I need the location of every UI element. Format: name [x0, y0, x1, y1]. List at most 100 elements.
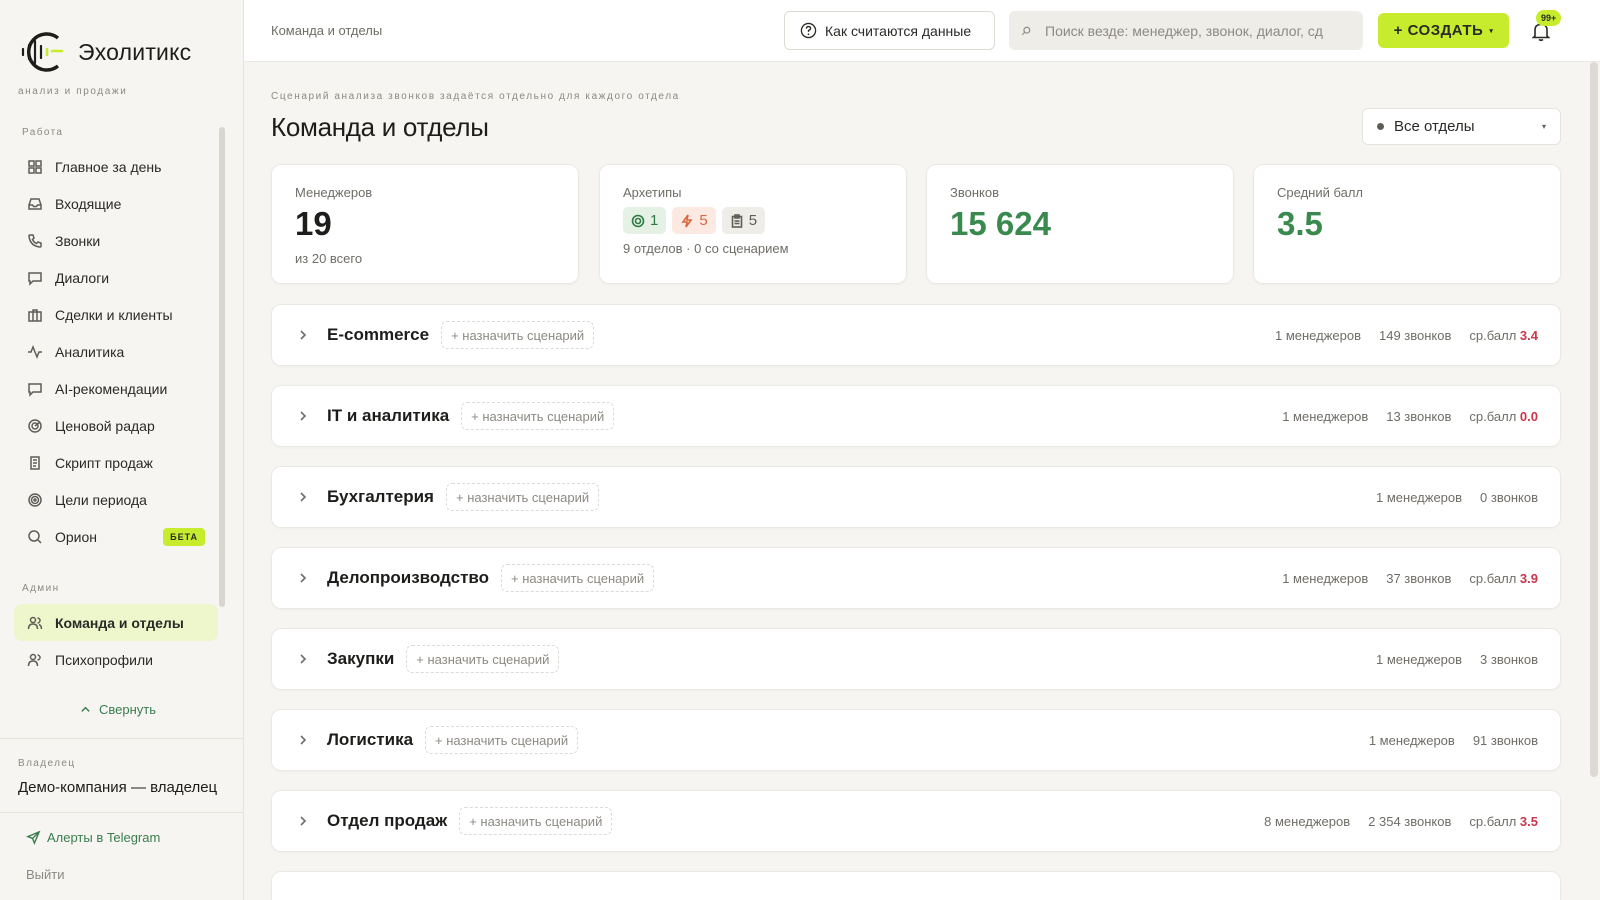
phone-icon [28, 233, 42, 248]
section-label-admin: Админ [22, 583, 60, 594]
calls-count: 2 354 звонков [1368, 813, 1452, 829]
telegram-alerts-link[interactable]: Алерты в Telegram [26, 830, 160, 845]
score-label: ср.балл [1469, 408, 1517, 424]
main-scrollbar[interactable] [1590, 62, 1598, 777]
search-input[interactable] [1045, 22, 1355, 39]
chevron-right-icon [300, 654, 307, 664]
users-icon [27, 616, 43, 629]
calls-count: 3 звонков [1480, 651, 1538, 667]
department-row[interactable]: Бухгалтерия + назначить сценарий 1 менед… [271, 466, 1561, 528]
sidebar-item-calls[interactable]: Звонки [14, 222, 218, 259]
sidebar-item-deals[interactable]: Сделки и клиенты [14, 296, 218, 333]
stat-card-calls: Звонков 15 624 [926, 164, 1234, 284]
managers-count: 1 менеджеров [1376, 489, 1463, 505]
archetype-count: 5 [748, 212, 758, 229]
stat-card-archetypes: Архетипы 1 5 5 9 отделов · 0 со сценарие… [599, 164, 907, 284]
activity-icon [28, 344, 42, 359]
assign-scenario-button[interactable]: + назначить сценарий [406, 645, 560, 673]
sidebar-item-label: AI-рекомендации [55, 380, 168, 397]
score-label: ср.балл [1469, 327, 1517, 343]
owner-name[interactable]: Демо-компания — владелец [18, 779, 217, 796]
department-row[interactable]: Делопроизводство + назначить сценарий 1 … [271, 547, 1561, 609]
managers-count: 1 менеджеров [1282, 570, 1369, 586]
score-value: 3.9 [1519, 570, 1538, 586]
sidebar-item-sales-script[interactable]: Скрипт продаж [14, 444, 218, 481]
sidebar-item-inbox[interactable]: Входящие [14, 185, 218, 222]
stat-value: 3.5 [1277, 205, 1323, 242]
message-icon [28, 382, 42, 397]
sidebar-item-ai-recommendations[interactable]: AI-рекомендации [14, 370, 218, 407]
sidebar-item-psychoprofiles[interactable]: Психопрофили [14, 641, 218, 678]
department-metrics: 1 менеджеров 37 звонков ср.балл 3.9 [1282, 571, 1538, 586]
radar-icon [28, 418, 42, 433]
beta-badge: БЕТА [163, 527, 205, 546]
sidebar-item-price-radar[interactable]: Ценовой радар [14, 407, 218, 444]
department-name: Отдел продаж [327, 811, 448, 830]
sidebar-item-period-goals[interactable]: Цели периода [14, 481, 218, 518]
department-row-partial[interactable] [271, 871, 1561, 900]
page-subtitle: Сценарий анализа звонков задаётся отдель… [271, 91, 680, 102]
avg-score: ср.балл 3.4 [1469, 328, 1538, 343]
department-row[interactable]: Логистика + назначить сценарий 1 менедже… [271, 709, 1561, 771]
app-logo[interactable]: Эхолитикс [18, 28, 191, 76]
assign-scenario-button[interactable]: + назначить сценарий [441, 321, 595, 349]
search-icon [28, 529, 42, 544]
avg-score: ср.балл 3.5 [1469, 814, 1538, 829]
help-icon [800, 22, 817, 39]
department-metrics: 1 менеджеров 3 звонков [1376, 652, 1538, 667]
notifications-badge: 99+ [1536, 10, 1562, 26]
calls-count: 149 звонков [1379, 327, 1452, 343]
sidebar-item-dashboard[interactable]: Главное за день [14, 148, 218, 185]
caret-down-icon: ▾ [1489, 27, 1494, 35]
stat-value: 19 [295, 205, 332, 242]
department-row[interactable]: E-commerce + назначить сценарий 1 менедж… [271, 304, 1561, 366]
sidebar-item-team[interactable]: Команда и отделы [14, 604, 218, 641]
department-filter-select[interactable]: Все отделы ▾ [1362, 108, 1561, 145]
sidebar-item-label: Сделки и клиенты [55, 306, 173, 323]
department-row[interactable]: Закупки + назначить сценарий 1 менеджеро… [271, 628, 1561, 690]
department-metrics: 1 менеджеров 91 звонков [1369, 733, 1538, 748]
sidebar-item-label: Команда и отделы [55, 614, 184, 631]
app-tagline: анализ и продажи [18, 86, 128, 97]
create-button[interactable]: + СОЗДАТЬ ▾ [1378, 13, 1509, 48]
sidebar-item-orion[interactable]: Орион БЕТА [14, 518, 218, 555]
archetype-chip-target[interactable]: 1 [623, 207, 667, 234]
avg-score: ср.балл 3.9 [1469, 571, 1538, 586]
sidebar-item-label: Психопрофили [55, 651, 153, 668]
send-icon [26, 830, 41, 845]
chevron-right-icon [300, 492, 307, 502]
sidebar-item-analytics[interactable]: Аналитика [14, 333, 218, 370]
department-metrics: 1 менеджеров 0 звонков [1376, 490, 1538, 505]
collapse-label: Свернуть [99, 702, 157, 717]
assign-scenario-button[interactable]: + назначить сценарий [445, 483, 600, 511]
archetype-chip-clipboard[interactable]: 5 [721, 207, 766, 234]
chevron-right-icon [300, 816, 307, 826]
collapse-button[interactable]: Свернуть [80, 702, 156, 717]
stat-label: Звонков [950, 185, 999, 200]
department-row[interactable]: IT и аналитика + назначить сценарий 1 ме… [271, 385, 1561, 447]
logout-link[interactable]: Выйти [26, 867, 65, 882]
stat-value: 15 624 [950, 205, 1051, 242]
assign-scenario-button[interactable]: + назначить сценарий [459, 807, 613, 835]
sidebar-scrollbar[interactable] [219, 127, 225, 607]
archetype-chip-lightning[interactable]: 5 [672, 207, 716, 234]
assign-scenario-button[interactable]: + назначить сценарий [461, 402, 615, 430]
sidebar-item-label: Орион [55, 528, 98, 545]
global-search[interactable] [1009, 11, 1363, 50]
calls-count: 13 звонков [1386, 408, 1452, 424]
assign-scenario-button[interactable]: + назначить сценарий [501, 564, 655, 592]
stat-label: Архетипы [623, 185, 682, 200]
department-row[interactable]: Отдел продаж + назначить сценарий 8 мене… [271, 790, 1561, 852]
sidebar-item-label: Диалоги [55, 269, 110, 286]
stat-label: Средний балл [1277, 185, 1364, 200]
chevron-right-icon [300, 735, 307, 745]
assign-scenario-button[interactable]: + назначить сценарий [425, 726, 579, 754]
calls-count: 91 звонков [1472, 732, 1538, 748]
data-help-button[interactable]: Как считаются данные [784, 11, 995, 50]
target-icon [631, 214, 645, 227]
breadcrumb[interactable]: Команда и отделы [271, 23, 382, 38]
create-label: + СОЗДАТЬ [1393, 22, 1484, 39]
sidebar-item-dialogs[interactable]: Диалоги [14, 259, 218, 296]
score-value: 3.5 [1519, 813, 1538, 829]
user-profile-icon [27, 653, 41, 666]
